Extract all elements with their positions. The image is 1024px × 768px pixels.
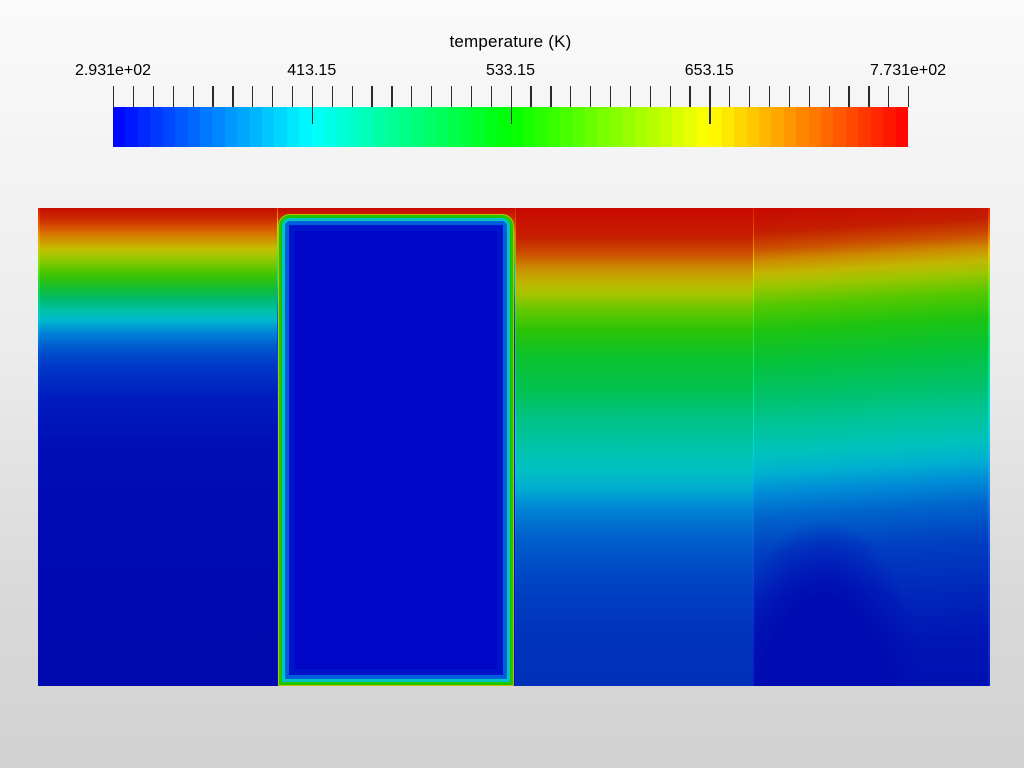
colorbar-tick-labels: 2.931e+02 413.15 533.15 653.15 7.731e+02 [75, 62, 946, 82]
colorbar-tick-mark [590, 86, 592, 107]
domain-right-edge-line [987, 208, 990, 686]
colorbar-tick-mark [291, 86, 294, 107]
field-region-middle-slab [515, 208, 753, 686]
colorbar-tick-label: 653.15 [684, 62, 734, 79]
colorbar-title: temperature (K) [449, 32, 572, 51]
render-view[interactable]: temperature (K) 2.931e+02 413.15 533.15 653… [0, 0, 1024, 768]
colorbar-tick-label: 533.15 [486, 62, 535, 79]
colorbar-tick-mark [411, 86, 413, 107]
colorbar-tick-mark [450, 86, 453, 107]
colorbar-tick-label: 413.15 [287, 62, 337, 79]
block-right-interface-line [514, 208, 516, 686]
colorbar-tick-mark [132, 86, 135, 107]
colorbar-tick-mark [172, 86, 174, 107]
colorbar-tick-label: 2.931e+02 [74, 62, 152, 79]
colorbar-tick-mark [470, 86, 473, 107]
colorbar-tick-mark [888, 86, 890, 107]
colorbar-tick-mark [689, 86, 691, 107]
colorbar-tick-mark [391, 86, 393, 107]
field-region-block-slab [277, 208, 515, 686]
colorbar-tick-mark [808, 86, 810, 107]
colorbar-tick-mark [331, 86, 333, 107]
colorbar-tick-mark [510, 86, 512, 124]
colorbar-tick-mark [192, 86, 194, 107]
colorbar-tick-mark [709, 86, 711, 124]
colorbar-tick-mark [788, 86, 791, 107]
colorbar-tick-mark [490, 86, 492, 107]
colorbar-tick-mark [351, 86, 353, 107]
colorbar-tick-mark [152, 86, 155, 107]
field-region-right-slab [753, 208, 990, 686]
colorbar-tick-mark [212, 86, 214, 107]
colorbar-tick-mark [749, 86, 751, 107]
temperature-field[interactable] [38, 208, 990, 686]
colorbar-tick-mark [729, 86, 731, 107]
colorbar-tick-mark [629, 86, 632, 107]
colorbar-tick-mark [252, 86, 254, 107]
colorbar-tick-mark [570, 86, 572, 107]
colorbar-tick-mark [768, 86, 771, 107]
colorbar-tick-label: 7.731e+02 [869, 62, 947, 79]
colorbar-tick-mark [232, 86, 234, 107]
colorbar-tick-mark [113, 86, 115, 107]
field-region-left-slab [38, 208, 277, 686]
colorbar-tick-mark [431, 86, 433, 107]
colorbar-tick-mark [848, 86, 850, 107]
block-left-interface-line [276, 208, 278, 686]
domain-left-edge-line [38, 208, 40, 686]
colorbar-tick-mark [609, 86, 612, 107]
colorbar-tick-mark [649, 86, 651, 107]
colorbar-ticks [113, 86, 910, 124]
colorbar-tick-mark [371, 86, 373, 107]
colorbar-tick-mark [550, 86, 552, 107]
colorbar-tick-mark [828, 86, 830, 107]
colorbar-tick-mark [272, 86, 274, 107]
middle-right-interface-line [752, 208, 755, 686]
colorbar-tick-mark [311, 86, 314, 124]
colorbar-tick-mark [908, 86, 910, 107]
cold-block [278, 214, 514, 686]
colorbar-tick-mark [669, 86, 671, 107]
colorbar-tick-mark [530, 86, 532, 107]
colorbar-tick-mark [868, 86, 870, 107]
